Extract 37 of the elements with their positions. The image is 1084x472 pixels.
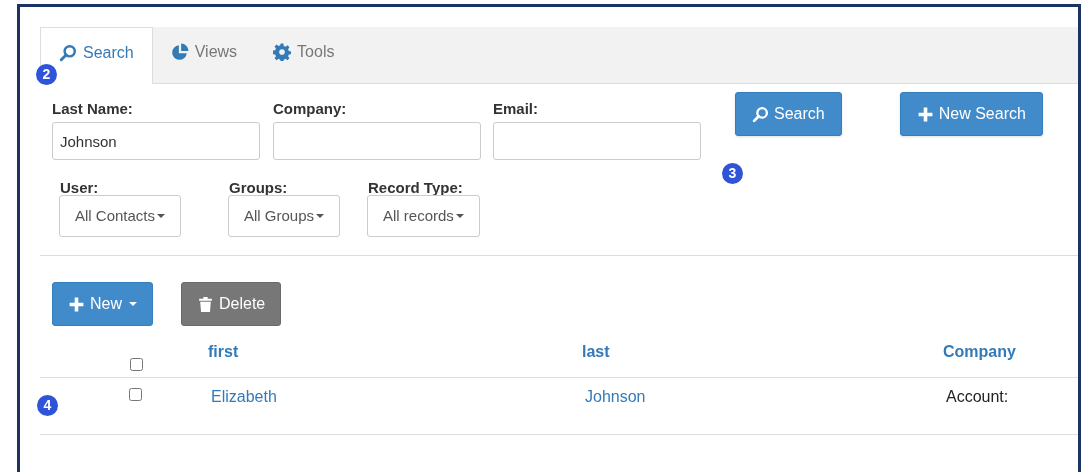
pie-chart-icon — [170, 42, 189, 61]
input-field[interactable] — [273, 122, 481, 160]
caret-icon — [316, 214, 325, 218]
caret-icon — [455, 214, 464, 218]
search-button[interactable]: Search — [735, 92, 842, 136]
checkbox[interactable] — [129, 358, 143, 371]
delete-button[interactable]: Delete — [181, 282, 282, 326]
tab[interactable]: Views — [152, 26, 256, 83]
trash-icon — [197, 295, 214, 313]
caret-icon — [129, 302, 137, 306]
field-label: Email: — [493, 99, 539, 119]
column-header[interactable]: last — [582, 340, 610, 364]
new-button[interactable]: New — [52, 282, 153, 326]
link[interactable]: Johnson — [585, 385, 646, 409]
column-header[interactable]: Company — [943, 340, 1016, 364]
gear-icon — [273, 42, 292, 61]
dropdown[interactable]: All records — [367, 195, 480, 237]
field-label: Company: — [273, 99, 348, 119]
filter-label: Record Type: — [368, 180, 464, 195]
link[interactable]: Elizabeth — [211, 385, 277, 409]
column-header[interactable]: first — [208, 340, 239, 364]
search-icon — [59, 44, 77, 62]
caret-icon — [157, 214, 166, 218]
tab[interactable]: Tools — [255, 26, 353, 83]
table-cell-text: Account: — [946, 387, 1009, 407]
plus-icon — [916, 105, 934, 123]
dropdown[interactable]: All Groups — [228, 195, 341, 237]
filter-label: Groups: — [229, 180, 289, 195]
search-icon — [752, 105, 769, 123]
field-label: Last Name: — [52, 99, 134, 119]
checkbox[interactable] — [128, 388, 142, 401]
plus-icon — [68, 295, 85, 313]
filter-label: User: — [60, 180, 100, 195]
dropdown[interactable]: All Contacts — [59, 195, 182, 237]
new-search-button[interactable]: New Search — [899, 92, 1043, 136]
input-field[interactable]: Johnson — [52, 122, 260, 160]
input-field[interactable] — [493, 122, 701, 160]
